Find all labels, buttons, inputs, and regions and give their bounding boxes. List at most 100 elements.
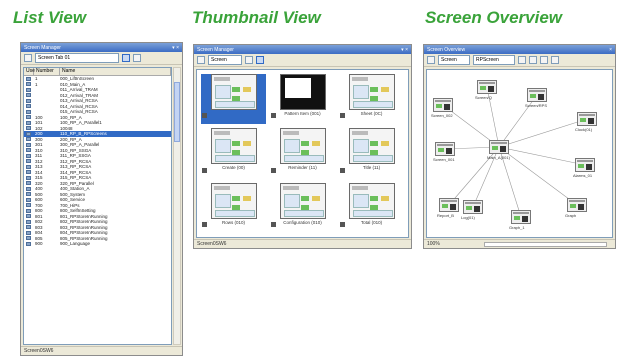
close-icon[interactable]: ▾ × [401, 47, 408, 53]
screen-type-icon [340, 221, 345, 227]
list-view-toolbar: Screen Tab 01 [21, 52, 182, 65]
thumbnail-preview [348, 74, 395, 110]
screen-thumbnail[interactable]: Sheet (0C) [339, 74, 404, 124]
zoom-in-icon[interactable] [518, 56, 526, 64]
dropdown-value: RPScreen [476, 57, 499, 63]
overview-screen-node[interactable] [477, 80, 497, 94]
screen-thumbnail[interactable]: Title (11) [339, 128, 404, 178]
thumbnail-label: Total (010) [360, 219, 383, 225]
overview-node-label: Main_A(001) [487, 155, 510, 160]
screen-tab-dropdown[interactable]: Screen Tab 01 [35, 53, 119, 63]
screen-overview-window: Screen Overview × Screen RPScreen Screen… [423, 44, 616, 249]
overview-screen-node[interactable] [463, 200, 483, 214]
overview-node-label: Screen/Q [475, 95, 492, 100]
overview-node-label: Screen_002 [431, 113, 453, 118]
refresh-icon[interactable] [551, 56, 559, 64]
screen-thumbnail[interactable]: Rows (010) [201, 182, 266, 233]
screen-dropdown[interactable]: Screen [208, 55, 242, 65]
column-header-name[interactable]: Name [60, 68, 171, 75]
thumbnail-label: Pattern Item (001) [284, 111, 321, 116]
thumbnail-preview [210, 74, 257, 110]
thumbnail-label: Title (11) [362, 165, 381, 171]
window-title: Screen Manager [24, 44, 61, 51]
screen-type-icon [271, 221, 276, 227]
overview-toolbar: Screen RPScreen [424, 54, 615, 67]
screen-icon[interactable] [427, 56, 435, 64]
close-icon[interactable]: × [609, 47, 612, 53]
screen-name: 900_Language [60, 241, 91, 246]
overview-hscroll[interactable] [484, 242, 607, 247]
overview-link [498, 118, 588, 148]
thumbnail-preview [348, 128, 395, 165]
thumbnail-view-toggle-icon[interactable] [133, 54, 141, 62]
screen-icon[interactable] [197, 56, 205, 64]
thumbnail-label: Create (00) [222, 165, 245, 171]
thumbnail-status-bar: Screen0SW6 [194, 239, 411, 248]
thumbnail-label: Sheet (0C) [360, 111, 383, 116]
overview-screen-node[interactable] [433, 98, 453, 112]
screen-thumbnail[interactable]: Configuration (010) [270, 182, 335, 233]
overview-screen-node[interactable] [439, 198, 459, 212]
list-header: Use Number Name [24, 68, 171, 76]
thumbnail-view-titlebar[interactable]: Screen Manager ▾ × [194, 45, 411, 54]
list-view-window: Screen Manager ▾ × Screen Tab 01 Use Num… [20, 42, 183, 356]
overview-node-label: Graph_1 [509, 225, 525, 230]
screen-thumbnail[interactable]: Reminder (11) [270, 128, 335, 178]
screen-dropdown[interactable]: Screen [438, 55, 470, 65]
thumbnail-preview [210, 128, 257, 165]
overview-screen-node[interactable] [567, 198, 587, 212]
screen-type-icon [271, 113, 276, 119]
screen-type-icon [271, 167, 276, 173]
screen-list[interactable]: Use Number Name 1 000_LiftInScreen 1 010_Ma… [23, 67, 172, 345]
thumbnail-preview [210, 182, 257, 219]
list-view-toggle-icon[interactable] [122, 54, 130, 62]
column-header-use[interactable]: Use [24, 68, 35, 75]
zoom-out-icon[interactable] [529, 56, 537, 64]
layout-icon[interactable] [540, 56, 548, 64]
list-view-heading: List View [13, 8, 87, 27]
column-header-number[interactable]: Number [34, 68, 60, 75]
overview-screen-node[interactable] [577, 112, 597, 126]
overview-node-label: Clock(01) [575, 127, 593, 132]
thumbnail-view-toolbar: Screen [194, 54, 411, 67]
list-row[interactable]: 900 900_Language [24, 241, 171, 247]
screen-icon [24, 241, 32, 247]
screen-thumbnail[interactable]: Pattern Item (001) [270, 74, 335, 124]
list-view-toggle-icon[interactable] [245, 56, 253, 64]
window-title: Screen Overview [427, 46, 466, 53]
thumbnail-preview [279, 182, 326, 219]
dropdown-value: Screen Tab 01 [38, 55, 71, 61]
overview-titlebar[interactable]: Screen Overview × [424, 45, 615, 54]
screen-thumbnail[interactable] [201, 74, 266, 125]
overview-node-label: Screen_001 [433, 157, 455, 162]
dropdown-value: Screen [441, 57, 457, 63]
thumbnail-grid: Pattern Item (001) Sheet (0C) Create (00) R… [196, 69, 409, 238]
overview-screen-node[interactable] [575, 158, 595, 172]
screen-type-icon [202, 113, 207, 119]
overview-screen-node[interactable] [435, 142, 455, 156]
list-view-titlebar[interactable]: Screen Manager ▾ × [21, 43, 182, 52]
close-icon[interactable]: ▾ × [172, 45, 179, 51]
overview-canvas[interactable]: Screen_002 Screen/Q Screen/RPS Main_A(001) S… [426, 69, 613, 238]
screen-thumbnail[interactable]: Total (010) [339, 182, 404, 233]
overview-link [498, 146, 586, 166]
thumbnail-preview [348, 182, 395, 219]
thumbnail-view-window: Screen Manager ▾ × Screen Pattern Item (… [193, 44, 412, 249]
screen-type-icon [340, 167, 345, 173]
list-scrollbar[interactable] [173, 67, 181, 345]
screen-icon[interactable] [24, 54, 32, 62]
thumbnail-view-toggle-icon[interactable] [256, 56, 264, 64]
overview-screen-node[interactable] [511, 210, 531, 224]
thumbnail-preview [279, 128, 326, 165]
overview-screen-node[interactable] [489, 140, 509, 154]
screen-number: 900 [35, 241, 43, 246]
screen-type-icon [202, 167, 207, 173]
screen-group-dropdown[interactable]: RPScreen [473, 55, 515, 65]
overview-screen-node[interactable] [527, 88, 547, 102]
overview-link [498, 146, 578, 206]
overview-node-label: Screen/RPS [525, 103, 548, 108]
list-status-bar: Screen0SW6 [21, 346, 182, 355]
scroll-thumb[interactable] [174, 82, 180, 142]
overview-node-label: Log(01) [461, 215, 475, 220]
screen-thumbnail[interactable]: Create (00) [201, 128, 266, 178]
